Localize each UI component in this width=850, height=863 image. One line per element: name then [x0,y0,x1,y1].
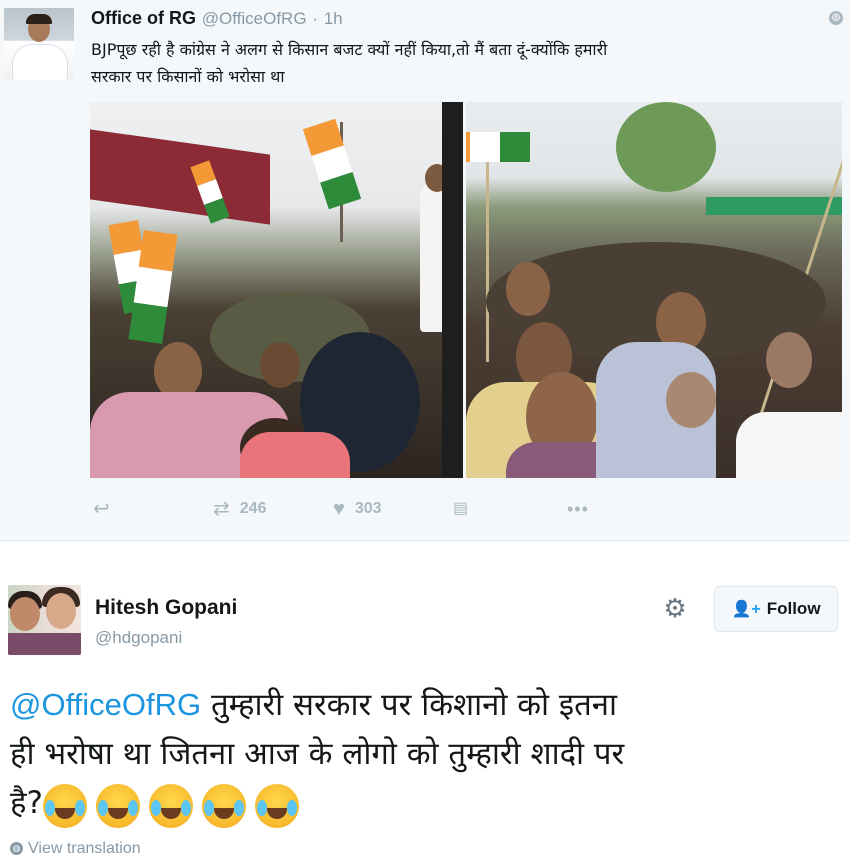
reply-icon: ↩ [93,497,110,520]
face-with-tears-of-joy-icon [42,783,87,828]
add-user-icon: 👤+ [731,601,761,618]
like-button[interactable]: ♥ 303 [333,496,382,520]
crowd-area [240,432,350,478]
tweet-header: Office of RG @OfficeOfRG · 1h [91,8,343,29]
crowd-area [736,412,842,478]
avatar-shirt [12,44,68,80]
rally-photo-left[interactable] [90,102,463,478]
avatar-face [10,597,40,631]
tree-decoration [616,102,716,192]
analytics-icon: ▤ [453,499,469,517]
avatar-hair [26,14,52,24]
author-avatar[interactable] [4,8,74,80]
reply-author-avatar[interactable] [8,585,81,655]
analytics-button[interactable]: ▤ [453,496,468,520]
heart-icon: ♥ [333,497,345,520]
retweet-icon: ⇄ [213,497,230,520]
face-with-tears-of-joy-icon [254,783,299,828]
crowd-face [260,342,300,388]
tweet-text: BJPपूछ रही है कांग्रेस ने अलग से किसान ब… [91,36,831,90]
emoji-group [42,780,308,829]
tweet-text-line: BJPपूछ रही है कांग्रेस ने अलग से किसान ब… [91,40,608,59]
flag-decoration [466,132,530,162]
retweet-count: 246 [239,499,267,517]
mention-link[interactable]: @OfficeOfRG [10,687,201,722]
flag-decoration [302,118,362,210]
tweet-timestamp[interactable]: 1h [324,9,343,28]
follow-label: Follow [766,599,821,618]
tweet-actions: ↩ ⇄ 246 ♥ 303 ▤ ••• [91,496,850,520]
face-with-tears-of-joy-icon [95,783,140,828]
globe-icon: ◍ [829,11,843,25]
follow-button[interactable]: 👤+ Follow [714,586,838,632]
reply-text-part: है? [10,785,43,821]
reply-text-part: तुम्हारी सरकार पर किशानो को इतना [201,687,618,723]
author-name[interactable]: Office of RG [91,8,196,28]
reply-text-line: ही भरोषा था जितना आज के लोगो को तुम्हारी… [10,736,625,772]
rally-photo-right[interactable] [466,102,842,478]
avatar-clothes [8,633,81,655]
vehicle-decoration [442,102,463,478]
flag-pole [486,162,489,362]
crowd-face [766,332,812,388]
tent-decoration [706,197,842,215]
more-button[interactable]: ••• [567,496,589,520]
avatar-face [46,593,76,629]
view-translation-link[interactable]: ◍ View translation [10,840,141,858]
reply-author-handle[interactable]: @hdgopani [95,628,182,648]
banner-decoration [90,129,270,225]
tweet-text-line: सरकार पर किसानों को भरोसा था [91,67,285,86]
reply-button[interactable]: ↩ [93,496,110,520]
author-handle[interactable]: @OfficeOfRG [202,9,307,28]
header-separator: · [312,9,318,28]
crowd-face [666,372,716,428]
like-count: 303 [354,499,382,517]
more-icon: ••• [567,498,589,519]
reply-author-name[interactable]: Hitesh Gopani [95,596,237,620]
reply-text: @OfficeOfRG तुम्हारी सरकार पर किशानो को … [10,680,830,829]
gear-icon[interactable]: ⚙ [660,594,690,624]
face-with-tears-of-joy-icon [148,783,193,828]
crowd-face [506,262,550,316]
reply-text-line: है? [10,779,830,829]
view-translation-label: View translation [28,840,141,857]
retweet-button[interactable]: ⇄ 246 [213,496,266,520]
globe-icon: ◍ [10,842,23,856]
top-tweet[interactable]: Office of RG @OfficeOfRG · 1h ◍ BJPपूछ र… [0,0,850,541]
reply-text-line: @OfficeOfRG तुम्हारी सरकार पर किशानो को … [10,680,830,730]
face-with-tears-of-joy-icon [201,783,246,828]
